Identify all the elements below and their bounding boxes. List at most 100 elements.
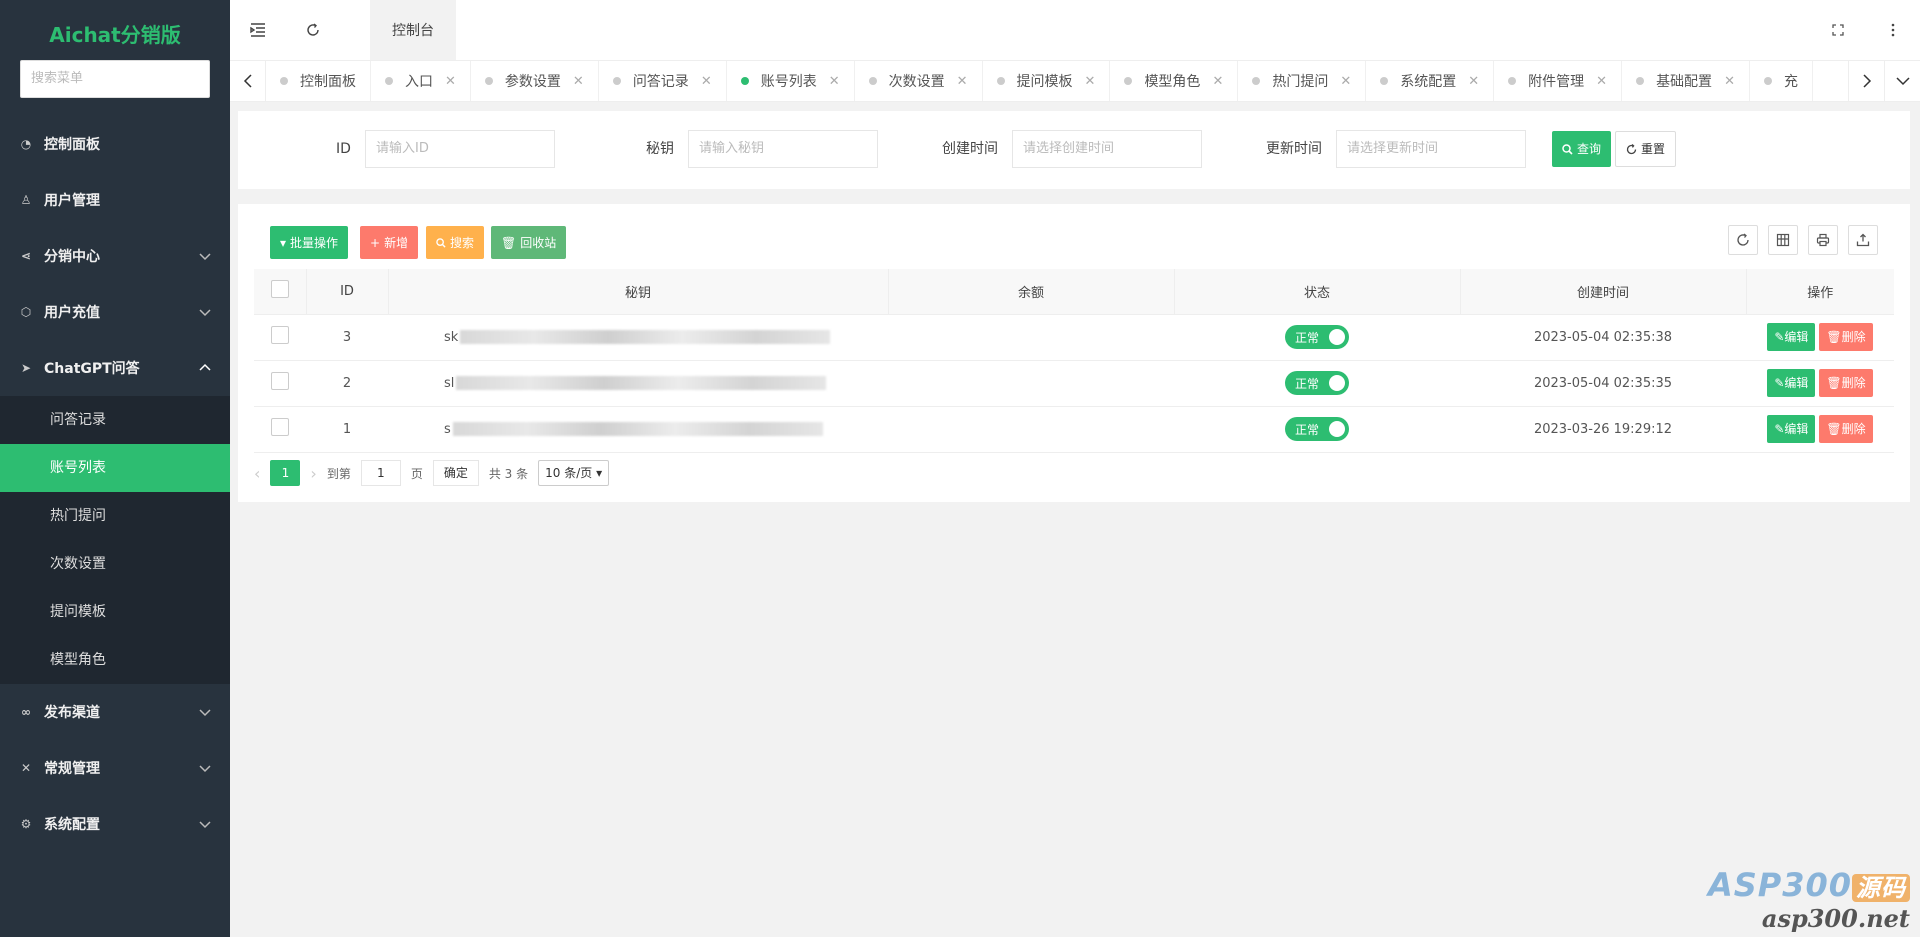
page-tab[interactable]: 充 [1750, 61, 1813, 101]
sidebar-subitem-question-templates[interactable]: 提问模板 [0, 588, 230, 636]
edit-button[interactable]: ✎编辑 [1767, 369, 1816, 397]
toggle-knob [1329, 421, 1345, 437]
edit-button[interactable]: ✎编辑 [1767, 415, 1816, 443]
recycle-bin-button[interactable]: 🗑 回收站 [491, 226, 567, 259]
dot-icon [996, 77, 1005, 85]
sidebar-item-system[interactable]: ⚙ 系统配置 [0, 796, 230, 852]
delete-button[interactable]: 🗑删除 [1819, 369, 1873, 397]
status-toggle[interactable]: 正常 [1285, 417, 1349, 441]
sidebar-item-recharge[interactable]: ⬡ 用户充值 [0, 284, 230, 340]
more-button[interactable] [1865, 0, 1920, 60]
sidebar: Aichat分销版 搜索菜单 ◔ 控制面板 ♙ 用户管理 ⋖ 分销中心 ⬡ 用户… [0, 0, 230, 937]
page-tab[interactable]: 系统配置 ✕ [1366, 61, 1495, 101]
column-filter-button[interactable] [1768, 225, 1798, 255]
fullscreen-button[interactable] [1810, 0, 1865, 60]
page-tabs: 控制面板 入口 ✕ 参数设置 ✕ 问答记录 ✕ 账号列表 ✕ 次数设置 ✕ 提问模板 ✕ 模… [266, 61, 1813, 101]
table-refresh-button[interactable] [1728, 225, 1758, 255]
sidebar-item-label: 常规管理 [44, 761, 100, 777]
sidebar-subitem-account-list[interactable]: 账号列表 [0, 444, 230, 492]
close-icon[interactable]: ✕ [829, 74, 840, 89]
tabs-scroll-left-button[interactable] [230, 61, 266, 101]
page-jump-confirm-button[interactable]: 确定 [432, 460, 479, 486]
close-icon[interactable]: ✕ [1596, 74, 1607, 89]
page-tab[interactable]: 控制面板 [266, 61, 371, 101]
id-input[interactable]: 请输入ID [365, 130, 555, 168]
page-jump-input[interactable]: 1 [360, 460, 401, 486]
sidebar-subitem-hot-questions[interactable]: 热门提问 [0, 492, 230, 540]
total-count: 共 3 条 [488, 466, 529, 481]
delete-button[interactable]: 🗑删除 [1819, 415, 1873, 443]
close-icon[interactable]: ✕ [957, 74, 968, 89]
page-tab[interactable]: 问答记录 ✕ [599, 61, 727, 101]
menu-search-input[interactable]: 搜索菜单 [20, 60, 210, 98]
page-tab[interactable]: 附件管理 ✕ [1494, 61, 1623, 101]
page-tab[interactable]: 提问模板 ✕ [983, 61, 1111, 101]
close-icon[interactable]: ✕ [701, 74, 712, 89]
page-tab[interactable]: 次数设置 ✕ [855, 61, 983, 101]
column-header-secret[interactable]: 秘钥 [388, 269, 889, 315]
top-bar: 控制台 [230, 0, 1920, 60]
status-toggle[interactable]: 正常 [1285, 371, 1349, 395]
close-icon[interactable]: ✕ [1724, 74, 1735, 89]
close-icon[interactable]: ✕ [1085, 74, 1096, 89]
updated-time-input[interactable]: 请选择更新时间 [1336, 130, 1526, 168]
add-button[interactable]: + 新增 [360, 226, 419, 259]
column-header-created[interactable]: 创建时间 [1460, 269, 1747, 315]
sidebar-item-channels[interactable]: ∞ 发布渠道 [0, 684, 230, 740]
prev-page-icon[interactable]: ‹ [254, 464, 260, 483]
balance-cell [888, 406, 1174, 453]
close-icon[interactable]: ✕ [573, 74, 584, 89]
status-toggle[interactable]: 正常 [1285, 325, 1349, 349]
next-page-icon[interactable]: › [310, 464, 316, 483]
created-time-input[interactable]: 请选择创建时间 [1012, 130, 1202, 168]
tabs-dropdown-button[interactable] [1884, 61, 1920, 101]
sidebar-item-general[interactable]: ✕ 常规管理 [0, 740, 230, 796]
sidebar-item-users[interactable]: ♙ 用户管理 [0, 172, 230, 228]
close-icon[interactable]: ✕ [1340, 74, 1351, 89]
page-tab[interactable]: 参数设置 ✕ [471, 61, 599, 101]
sidebar-item-dashboard[interactable]: ◔ 控制面板 [0, 116, 230, 172]
row-checkbox[interactable] [271, 326, 289, 344]
secret-label: 秘钥 [646, 141, 674, 157]
row-checkbox-cell [254, 360, 306, 407]
print-button[interactable] [1808, 225, 1838, 255]
reset-button[interactable]: 重置 [1615, 131, 1677, 167]
close-icon[interactable]: ✕ [1212, 74, 1223, 89]
search-button[interactable]: 搜索 [426, 226, 485, 259]
select-all-checkbox[interactable] [270, 280, 289, 299]
page-tab[interactable]: 热门提问 ✕ [1238, 61, 1367, 101]
edit-button[interactable]: ✎编辑 [1767, 323, 1816, 351]
page-tab[interactable]: 基础配置 ✕ [1622, 61, 1750, 101]
delete-button[interactable]: 🗑删除 [1819, 323, 1873, 351]
actions-cell: ✎编辑 🗑删除 [1746, 360, 1894, 407]
refresh-button[interactable] [285, 0, 340, 60]
query-button[interactable]: 查询 [1552, 131, 1612, 167]
sidebar-item-distribution[interactable]: ⋖ 分销中心 [0, 228, 230, 284]
page-tab[interactable]: 入口 ✕ [371, 61, 471, 101]
tabs-scroll-right-button[interactable] [1848, 61, 1884, 101]
page-size-select[interactable]: 10 条/页 ▾ [538, 460, 610, 486]
export-button[interactable] [1848, 225, 1878, 255]
sidebar-subitem-qa-records[interactable]: 问答记录 [0, 396, 230, 444]
column-header-status[interactable]: 状态 [1174, 269, 1461, 315]
sidebar-subitem-count-settings[interactable]: 次数设置 [0, 540, 230, 588]
sidebar-item-chatgpt[interactable]: ➤ ChatGPT问答 [0, 340, 230, 396]
toggle-sidebar-button[interactable] [230, 0, 285, 60]
close-icon[interactable]: ✕ [445, 74, 456, 89]
secret-input[interactable]: 请输入秘钥 [688, 130, 878, 168]
close-icon[interactable]: ✕ [1468, 74, 1479, 89]
plus-icon: + [370, 235, 381, 250]
page-tab-active[interactable]: 账号列表 ✕ [727, 61, 855, 101]
sidebar-subitem-model-roles[interactable]: 模型角色 [0, 636, 230, 684]
row-checkbox[interactable] [271, 418, 289, 436]
page-number-current[interactable]: 1 [270, 460, 301, 486]
column-header-id[interactable]: ID [306, 269, 389, 315]
column-header-balance[interactable]: 余额 [888, 269, 1175, 315]
tab-console[interactable]: 控制台 [370, 0, 456, 60]
page-tab[interactable]: 模型角色 ✕ [1110, 61, 1239, 101]
reset-button-label: 重置 [1641, 142, 1666, 156]
row-checkbox[interactable] [271, 372, 289, 390]
batch-actions-button[interactable]: ▾ 批量操作 [270, 226, 349, 259]
secret-blurred [452, 422, 823, 436]
caret-down-icon: ▾ [280, 235, 287, 250]
